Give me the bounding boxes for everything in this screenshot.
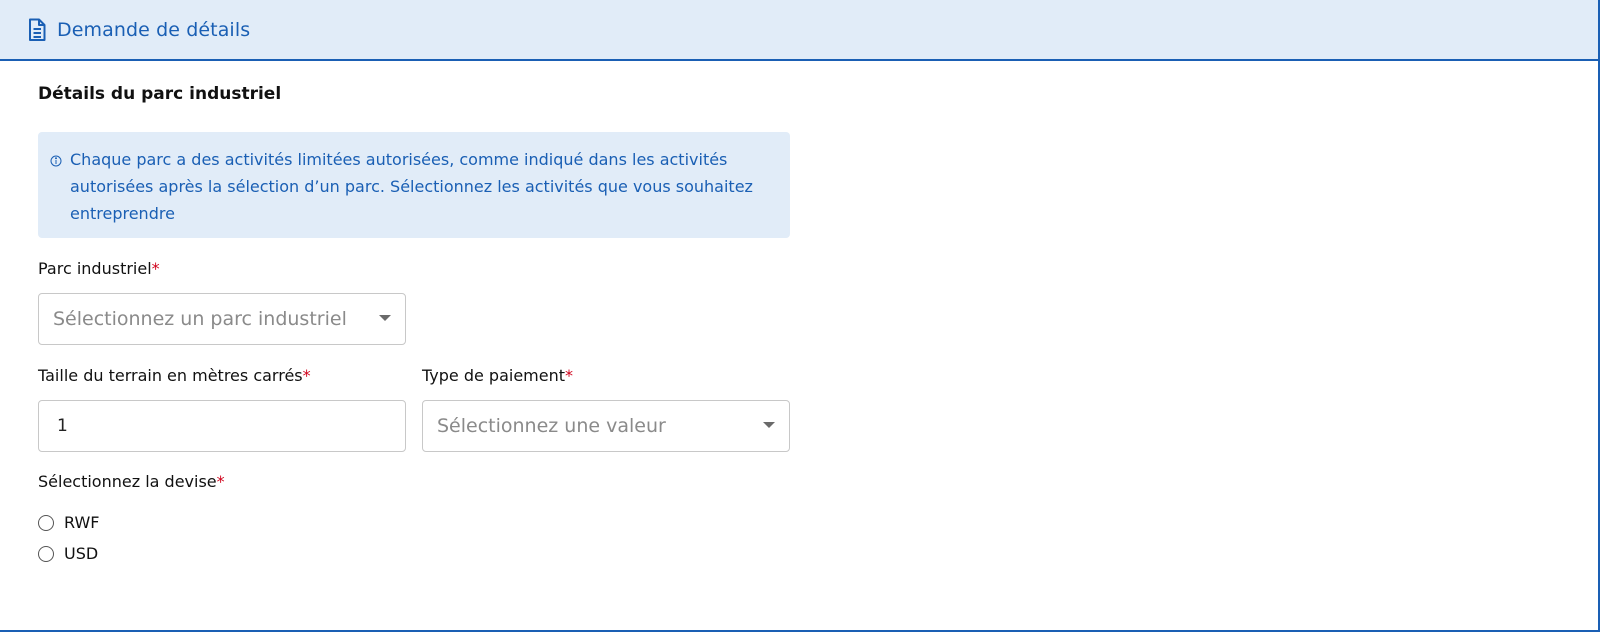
currency-option-label: RWF — [64, 513, 100, 532]
currency-option-label: USD — [64, 544, 99, 563]
info-icon — [50, 152, 62, 167]
industrial-park-label-text: Parc industriel — [38, 259, 152, 278]
currency-label: Sélectionnez la devise* — [38, 472, 225, 491]
payment-type-select[interactable]: Sélectionnez une valeur — [422, 400, 790, 452]
details-panel: Demande de détails Détails du parc indus… — [0, 0, 1600, 632]
payment-type-label: Type de paiement* — [422, 366, 573, 385]
land-size-input[interactable]: 1 — [38, 400, 406, 452]
info-text: Chaque parc a des activités limitées aut… — [70, 150, 753, 223]
section-title: Détails du parc industriel — [38, 84, 282, 104]
land-size-value: 1 — [57, 416, 68, 436]
radio-button[interactable] — [38, 514, 54, 531]
chevron-down-icon — [379, 315, 391, 321]
payment-type-placeholder: Sélectionnez une valeur — [437, 415, 666, 437]
required-mark: * — [565, 366, 574, 385]
chevron-down-icon — [763, 422, 775, 428]
required-mark: * — [302, 366, 311, 385]
land-size-label: Taille du terrain en mètres carrés* — [38, 366, 311, 385]
industrial-park-select[interactable]: Sélectionnez un parc industriel — [38, 293, 406, 345]
industrial-park-placeholder: Sélectionnez un parc industriel — [53, 308, 347, 330]
info-box: Chaque parc a des activités limitées aut… — [38, 132, 790, 238]
currency-option-rwf[interactable]: RWF — [38, 513, 100, 532]
currency-option-usd[interactable]: USD — [38, 544, 98, 563]
panel-header: Demande de détails — [0, 0, 1598, 61]
required-mark: * — [151, 259, 160, 278]
land-size-label-text: Taille du terrain en mètres carrés — [38, 366, 303, 385]
required-mark: * — [216, 472, 225, 491]
radio-button[interactable] — [38, 545, 54, 562]
industrial-park-label: Parc industriel* — [38, 259, 160, 278]
document-icon — [27, 18, 47, 42]
currency-label-text: Sélectionnez la devise — [38, 472, 217, 491]
payment-type-label-text: Type de paiement — [422, 366, 566, 385]
panel-title: Demande de détails — [57, 18, 251, 41]
